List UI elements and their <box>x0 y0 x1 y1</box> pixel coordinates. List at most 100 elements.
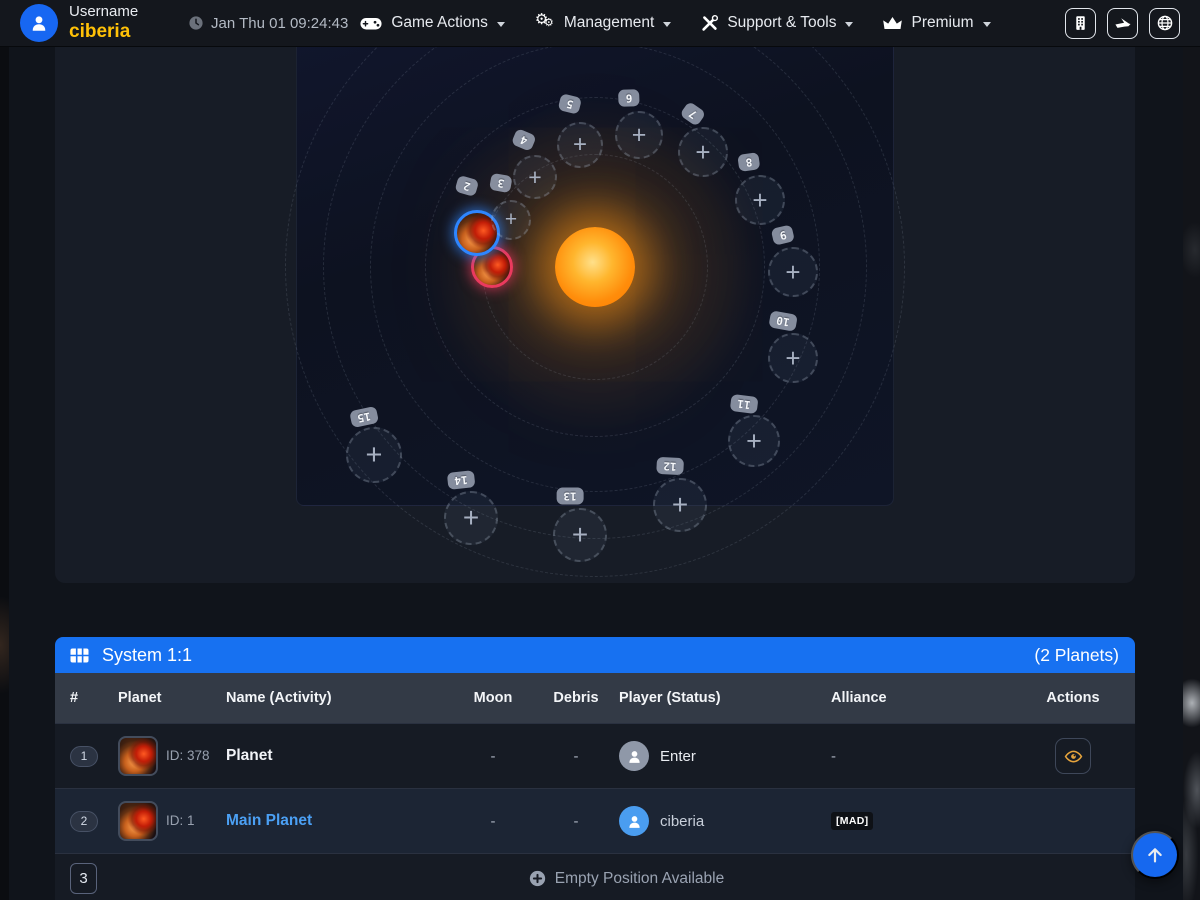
empty-position-6[interactable]: + <box>615 111 663 159</box>
person-icon <box>626 748 643 765</box>
arrow-up-icon <box>1144 844 1166 866</box>
col-moon: Moon <box>453 690 533 706</box>
empty-position-10[interactable]: + <box>768 333 818 383</box>
position-cell: 1 <box>55 746 118 767</box>
table-row: 2 ID: 1 Main Planet -- ciberia [MAD] <box>55 788 1135 853</box>
moon-cell: - <box>453 813 533 830</box>
name-cell: Planet <box>226 747 453 765</box>
system-table-header: System 1:1 (2 Planets) <box>55 637 1135 673</box>
table-column-header: # Planet Name (Activity) Moon Debris Pla… <box>55 673 1135 723</box>
empty-position-12[interactable]: + <box>653 478 707 532</box>
empty-position-13[interactable]: + <box>553 508 607 562</box>
empty-position-9[interactable]: + <box>768 247 818 297</box>
sun <box>555 227 635 307</box>
menu-label: Management <box>564 14 654 32</box>
empty-position-11[interactable]: + <box>728 415 780 467</box>
add-position-icon: + <box>505 208 517 232</box>
planet-cell: ID: 378 <box>118 736 226 776</box>
empty-position-14[interactable]: + <box>444 491 498 545</box>
chevron-down-icon <box>983 22 991 27</box>
col-name: Name (Activity) <box>226 690 453 706</box>
scroll-to-top-button[interactable] <box>1131 831 1179 879</box>
planet-cell: ID: 1 <box>118 801 226 841</box>
add-position-icon: + <box>463 502 479 534</box>
position-badge: 3 <box>70 863 97 894</box>
menu-premium[interactable]: Premium <box>883 14 990 32</box>
col-alliance: Alliance <box>831 690 1011 706</box>
add-position-icon: + <box>572 519 588 551</box>
player-cell: ciberia <box>619 806 831 836</box>
position-badge: 1 <box>70 746 98 767</box>
add-position-icon: + <box>632 121 647 150</box>
table-grid-icon <box>70 648 89 663</box>
player-name: ciberia <box>660 813 704 830</box>
empty-position-3[interactable]: + <box>491 200 531 240</box>
alliance-cell: [MAD] <box>831 812 1011 830</box>
empty-position-7[interactable]: + <box>678 127 728 177</box>
chevron-down-icon <box>663 22 671 27</box>
debris-cell: - <box>533 748 619 765</box>
planet-count: (2 Planets) <box>1034 645 1119 666</box>
moon-cell: - <box>453 748 533 765</box>
clock-icon <box>188 15 204 31</box>
alliance-tag[interactable]: [MAD] <box>831 812 873 830</box>
user-avatar[interactable] <box>20 4 58 42</box>
table-row: 1ID: 378Planet--Enter- <box>55 723 1135 788</box>
galaxy-button[interactable] <box>1149 8 1180 39</box>
player-cell: Enter <box>619 741 831 771</box>
planet-name-link[interactable]: Main Planet <box>226 812 312 830</box>
table-body: 1ID: 378Planet--Enter-2ID: 1Main Planet-… <box>55 723 1135 900</box>
fleet-button[interactable] <box>1107 8 1138 39</box>
crown-icon <box>883 16 902 31</box>
galaxy-icon <box>1157 15 1173 31</box>
gamepad-icon <box>360 16 382 31</box>
spy-button[interactable] <box>1055 738 1091 774</box>
planet-id: ID: 1 <box>166 812 218 830</box>
tools-icon <box>701 15 718 32</box>
position-badge: 2 <box>70 811 98 832</box>
menu-game-actions[interactable]: Game Actions <box>360 14 505 32</box>
debris-cell: - <box>533 813 619 830</box>
menu-support-tools[interactable]: Support & Tools <box>701 14 853 32</box>
chevron-down-icon <box>845 22 853 27</box>
add-position-icon: + <box>573 131 587 159</box>
empty-position-label: Empty Position Available <box>118 870 1135 888</box>
add-position-icon: + <box>752 185 767 216</box>
planet-name-link[interactable]: Planet <box>226 747 273 765</box>
empty-position-5[interactable]: + <box>557 122 603 168</box>
col-actions: Actions <box>1011 690 1135 706</box>
player-avatar <box>619 806 649 836</box>
name-cell: Main Planet <box>226 812 453 830</box>
empty-position-4[interactable]: + <box>513 155 557 199</box>
person-icon <box>29 13 49 33</box>
empty-position-15[interactable]: + <box>346 427 402 483</box>
empty-position-row[interactable]: 3 Empty Position Available <box>55 853 1135 900</box>
datetime-text: Jan Thu 01 09:24:43 <box>211 15 348 32</box>
alliance-cell: - <box>831 748 1011 765</box>
col-debris: Debris <box>533 690 619 706</box>
server-clock: Jan Thu 01 09:24:43 <box>188 15 348 32</box>
planet-thumbnail[interactable] <box>118 736 158 776</box>
chevron-down-icon <box>497 22 505 27</box>
eye-icon <box>1064 747 1083 766</box>
planet-id: ID: 378 <box>166 747 218 765</box>
add-position-icon: + <box>672 489 688 521</box>
empty-position-8[interactable]: + <box>735 175 785 225</box>
buildings-button[interactable] <box>1065 8 1096 39</box>
position-cell: 2 <box>55 811 118 832</box>
menu-management[interactable]: ⚙⚙ Management <box>535 14 671 32</box>
person-icon <box>626 813 643 830</box>
system-map-card: 12+3+4+5+6+7+8+9+10+11+12+13+14+15 <box>55 0 1135 583</box>
actions-cell <box>1011 738 1135 774</box>
planet-thumbnail[interactable] <box>118 801 158 841</box>
user-widget[interactable]: Username ciberia <box>20 4 188 42</box>
player-avatar <box>619 741 649 771</box>
page-background-left <box>0 0 9 900</box>
empty-position-text: Empty Position Available <box>555 870 724 888</box>
plus-circle-icon <box>529 870 546 887</box>
player-name: Enter <box>660 748 696 765</box>
menu-label: Support & Tools <box>727 14 836 32</box>
system-title: System 1:1 <box>102 645 192 666</box>
top-navbar: Username ciberia Jan Thu 01 09:24:43 Gam… <box>0 0 1200 47</box>
page-background-right <box>1183 0 1200 900</box>
